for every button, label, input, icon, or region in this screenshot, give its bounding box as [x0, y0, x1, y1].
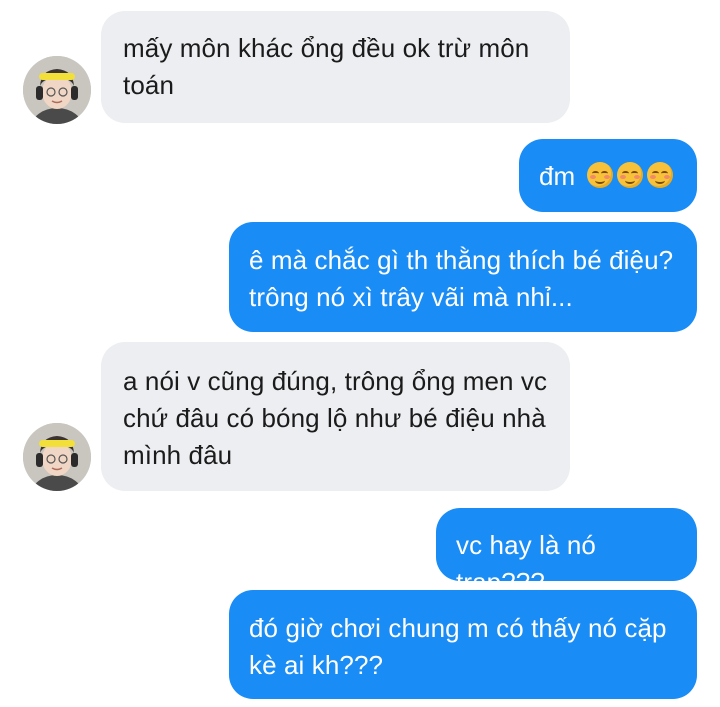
message-text: chứ đâu có bóng lộ như bé điệu nhà [123, 403, 546, 433]
message-bubble-outgoing[interactable]: đó giờ chơi chung m có thấy nó cặp kè ai… [229, 590, 697, 699]
smiling-face-icon [646, 162, 673, 188]
message-text: toán [123, 70, 175, 100]
message-text: ê mà chắc gì th thằng thích bé điệu? [249, 245, 674, 275]
message-text: trông nó xì trây vãi mà nhỉ... [249, 282, 573, 312]
contact-avatar[interactable] [23, 56, 91, 124]
message-bubble-outgoing[interactable]: ê mà chắc gì th thằng thích bé điệu? trô… [229, 222, 697, 332]
message-text: kè ai kh??? [249, 650, 384, 680]
smiling-face-icon [586, 162, 613, 188]
message-bubble-incoming[interactable]: a nói v cũng đúng, trông ổng men vc chứ … [101, 342, 570, 491]
message-bubble-incoming[interactable]: mấy môn khác ổng đều ok trừ môn toán [101, 11, 570, 123]
message-bubble-outgoing[interactable]: đm [519, 139, 697, 212]
avatar-photo [23, 56, 91, 124]
message-text: a nói v cũng đúng, trông ổng men vc [123, 366, 548, 396]
message-text: đm [539, 161, 576, 191]
message-text: đó giờ chơi chung m có thấy nó cặp [249, 613, 667, 643]
avatar-photo [23, 423, 91, 491]
message-text: mấy môn khác ổng đều ok trừ môn [123, 33, 530, 63]
smiling-face-icon [616, 162, 643, 188]
message-text: mình đâu [123, 440, 233, 470]
message-bubble-outgoing[interactable]: vc hay là nó trap??? [436, 508, 697, 597]
contact-avatar[interactable] [23, 423, 91, 491]
